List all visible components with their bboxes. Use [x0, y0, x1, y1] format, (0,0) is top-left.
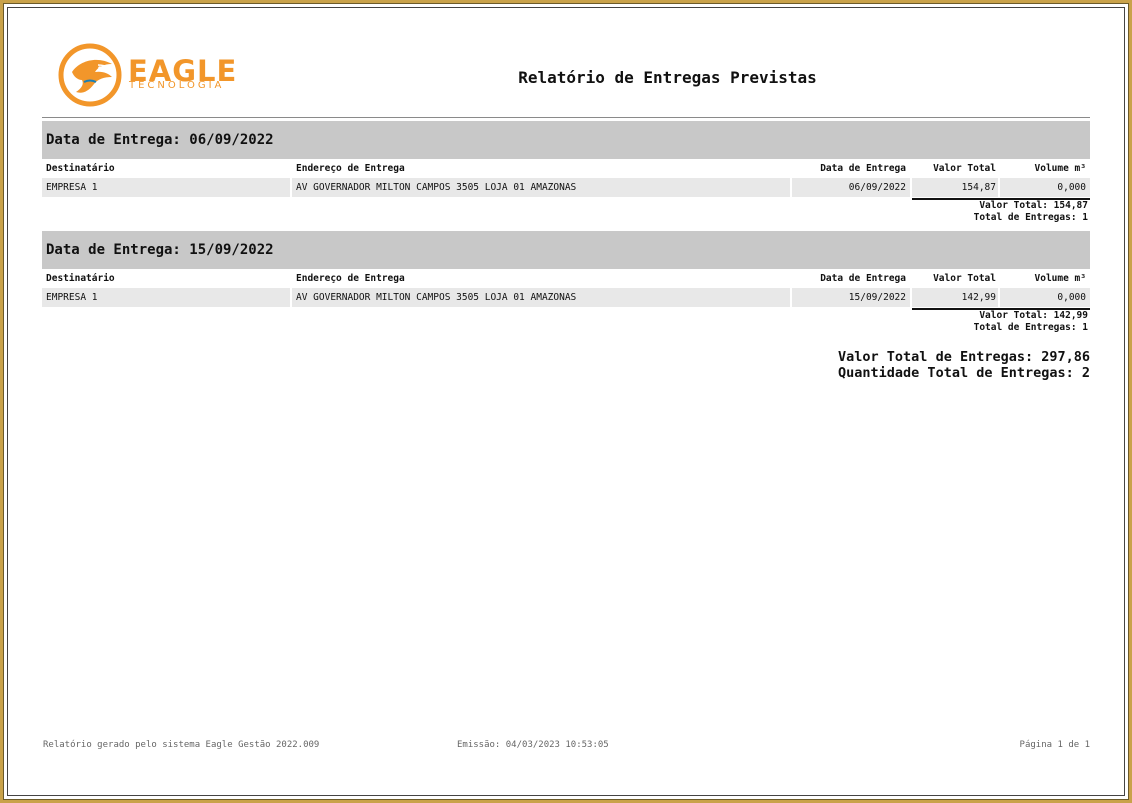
column-headers: Destinatário Endereço de Entrega Data de…	[42, 269, 1090, 288]
col-endereco: Endereço de Entrega	[296, 163, 405, 174]
cell-endereco: AV GOVERNADOR MILTON CAMPOS 3505 LOJA 01…	[296, 292, 577, 303]
delivery-group: Data de Entrega: 15/09/2022 Destinatário…	[42, 231, 1090, 333]
logo-subtitle: TECNOLOGIA	[129, 80, 225, 91]
cell-valor: 154,87	[961, 182, 996, 193]
cell-destinatario: EMPRESA 1	[46, 292, 98, 303]
footer-system: Relatório gerado pelo sistema Eagle Gest…	[43, 740, 320, 750]
grand-total-valor: Valor Total de Entregas: 297,86	[838, 349, 1090, 365]
footer-pagina: Página 1 de 1	[1019, 740, 1090, 750]
subtotal-valor: Valor Total: 142,99	[979, 310, 1088, 321]
delivery-group: Data de Entrega: 06/09/2022 Destinatário…	[42, 121, 1090, 223]
cell-valor: 142,99	[961, 292, 996, 303]
subtotal-valor: Valor Total: 154,87	[979, 200, 1088, 211]
cell-destinatario: EMPRESA 1	[46, 182, 98, 193]
cell-volume: 0,000	[1057, 292, 1086, 303]
company-logo: EAGLE TECNOLOGIA	[58, 42, 238, 108]
group-header: Data de Entrega: 06/09/2022	[42, 121, 1090, 159]
report-title: Relatório de Entregas Previstas	[518, 68, 817, 87]
subtotal-quantidade: Total de Entregas: 1	[973, 322, 1088, 333]
col-destinatario: Destinatário	[46, 273, 115, 284]
eagle-logo-icon	[58, 43, 122, 107]
column-headers: Destinatário Endereço de Entrega Data de…	[42, 159, 1090, 178]
col-volume: Volume m³	[1034, 273, 1086, 284]
col-volume: Volume m³	[1034, 163, 1086, 174]
col-destinatario: Destinatário	[46, 163, 115, 174]
footer-emissao: Emissão: 04/03/2023 10:53:05	[457, 740, 609, 750]
header-divider	[42, 117, 1090, 118]
col-endereco: Endereço de Entrega	[296, 273, 405, 284]
table-row: EMPRESA 1 AV GOVERNADOR MILTON CAMPOS 35…	[42, 178, 1090, 197]
table-row: EMPRESA 1 AV GOVERNADOR MILTON CAMPOS 35…	[42, 288, 1090, 307]
subtotal-quantidade: Total de Entregas: 1	[973, 212, 1088, 223]
col-data: Data de Entrega	[820, 273, 906, 284]
grand-total-quantidade: Quantidade Total de Entregas: 2	[838, 365, 1090, 381]
col-valor: Valor Total	[933, 163, 996, 174]
cell-data: 15/09/2022	[848, 292, 906, 303]
cell-volume: 0,000	[1057, 182, 1086, 193]
col-valor: Valor Total	[933, 273, 996, 284]
col-data: Data de Entrega	[820, 163, 906, 174]
group-header: Data de Entrega: 15/09/2022	[42, 231, 1090, 269]
cell-data: 06/09/2022	[848, 182, 906, 193]
cell-endereco: AV GOVERNADOR MILTON CAMPOS 3505 LOJA 01…	[296, 182, 577, 193]
